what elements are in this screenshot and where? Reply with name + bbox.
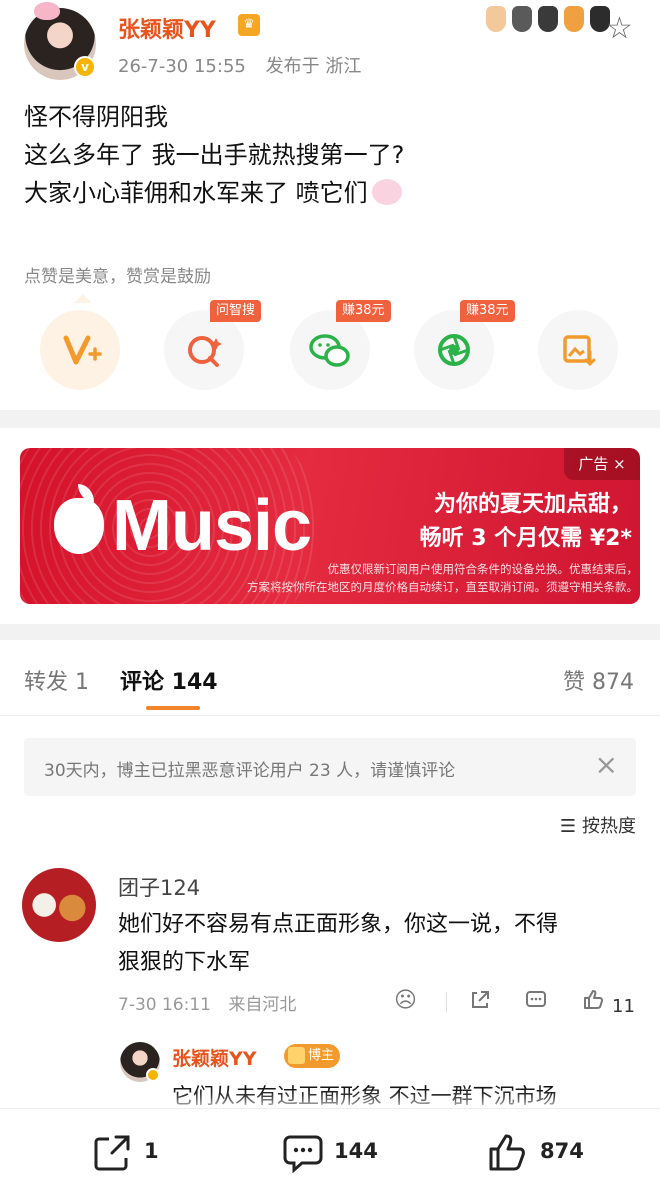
save-image-icon — [538, 310, 618, 390]
tip-button[interactable]: 赚38元 — [290, 300, 391, 390]
thumbs-up-icon — [584, 990, 603, 1009]
divider — [446, 992, 447, 1012]
tip-badge: 赚38元 — [460, 300, 515, 322]
reply-user-name[interactable]: 张颖颖YY — [172, 1044, 257, 1071]
active-tab-indicator — [146, 706, 200, 710]
thumbs-up-icon — [489, 1134, 525, 1171]
sort-label: 按热度 — [582, 816, 636, 837]
ad-headline: 为你的夏天加点甜， 畅听 3 个月仅需 ¥2* — [392, 488, 632, 556]
post-line: 怪不得阴阳我 — [24, 103, 168, 131]
paw-icon — [538, 6, 558, 32]
apple-logo-icon — [54, 498, 104, 554]
tip-badge: 问智搜 — [210, 300, 262, 322]
tip-button[interactable]: 赚38元 — [414, 300, 515, 390]
ad-fine-line: 方案将按你所在地区的月度价格自动续订，直至取消订阅。须遵守相关条款。 — [247, 580, 638, 594]
dislike-face-icon[interactable]: ☹ — [394, 988, 417, 1013]
comment-icon — [283, 1135, 323, 1173]
verified-badge-icon: v — [74, 56, 96, 78]
reply-text: 它们从未有过正面形象 不过一群下沉市场 — [172, 1084, 557, 1108]
ad-brand: Music — [112, 486, 312, 566]
tip-button[interactable] — [40, 310, 120, 390]
comment-like-button[interactable]: 11 — [582, 988, 635, 1018]
crown-icon: ♛ — [238, 14, 260, 36]
comment-line: 狠狠的下水军 — [118, 950, 251, 975]
commenter-name[interactable]: 团子124 — [118, 872, 200, 902]
notice-text: 30天内，博主已拉黑恶意评论用户 23 人，请谨慎评论 — [44, 761, 456, 781]
tab-comments[interactable]: 评论 144 — [120, 664, 218, 696]
share-icon[interactable] — [468, 988, 492, 1018]
tip-label: 点赞是美意，赞赏是鼓励 — [24, 267, 211, 287]
tab-repost[interactable]: 转发 1 — [24, 664, 89, 696]
author-name[interactable]: 张颖颖YY — [118, 12, 216, 44]
post-meta: 26-7-30 15:55 发布于 浙江 — [118, 52, 375, 78]
comment-actions: ☹ 11 — [390, 988, 640, 1018]
author-badge-label: 博主 — [308, 1048, 335, 1063]
post-content: 怪不得阴阳我 这么多年了 我一出手就热搜第一了? 大家小心菲佣和水军来了 喷它们 — [24, 98, 644, 212]
post-header: v 张颖颖YY ♛ 26-7-30 15:55 发布于 浙江 ☆ — [0, 0, 660, 90]
section-separator — [0, 410, 660, 428]
post-date: 26-7-30 15:55 — [118, 56, 246, 77]
share-tip-row: 问智搜 赚38元 赚38元 — [40, 300, 620, 392]
post-location: 发布于 浙江 — [265, 56, 362, 77]
sort-button[interactable]: ☰ 按热度 — [560, 812, 636, 838]
paw-icon — [486, 6, 506, 32]
section-separator — [0, 624, 660, 640]
close-icon[interactable]: × — [595, 750, 618, 780]
crown-icon — [288, 1047, 305, 1064]
tip-arrow — [74, 294, 92, 303]
ad-fine-line: 优惠仅限新订阅用户使用符合条件的设备兑换。优惠结束后， — [327, 562, 639, 576]
bunny-emoji-icon — [371, 179, 402, 205]
verified-badge-icon — [146, 1068, 160, 1082]
repost-icon — [94, 1135, 130, 1171]
comment-text: 她们好不容易有点正面形象，你这一说，不得 狠狠的下水军 — [118, 906, 638, 982]
block-notice: 30天内，博主已拉黑恶意评论用户 23 人，请谨慎评论 × — [24, 738, 636, 796]
comment-like-count: 11 — [612, 996, 635, 1017]
comment-meta: 7-30 16:11 来自河北 — [118, 990, 308, 1015]
moments-icon — [414, 310, 494, 390]
commenter-avatar[interactable] — [22, 868, 96, 942]
reply-icon[interactable] — [524, 988, 548, 1018]
bottom-action-bar: 1 144 874 — [0, 1108, 660, 1192]
v-plus-icon — [40, 310, 120, 390]
ad-banner[interactable]: Music 为你的夏天加点甜， 畅听 3 个月仅需 ¥2* 优惠仅限新订阅用户使… — [20, 448, 640, 604]
ad-fine-print: 优惠仅限新订阅用户使用符合条件的设备兑换。优惠结束后， 方案将按你所在地区的月度… — [170, 560, 638, 596]
tip-button[interactable]: 问智搜 — [164, 300, 262, 390]
decoration-paws — [486, 6, 610, 32]
repost-count: 1 — [144, 1139, 159, 1163]
comment-location: 来自河北 — [228, 995, 297, 1015]
tab-likes[interactable]: 赞 874 — [563, 664, 634, 696]
post-line: 这么多年了 我一出手就热搜第一了? — [24, 141, 405, 169]
paw-icon — [564, 6, 584, 32]
ad-headline-line: 畅听 3 个月仅需 ¥2* — [419, 526, 632, 551]
tip-button[interactable] — [538, 310, 618, 390]
search-sparkle-icon — [164, 310, 244, 390]
post-line: 大家小心菲佣和水军来了 喷它们 — [24, 179, 368, 207]
comment-line: 她们好不容易有点正面形象，你这一说，不得 — [118, 912, 559, 937]
comment-date: 7-30 16:11 — [118, 995, 211, 1015]
paw-icon — [512, 6, 532, 32]
sort-icon: ☰ — [559, 816, 576, 837]
ad-close-tag[interactable]: 广告 × — [564, 448, 640, 480]
tip-badge: 赚38元 — [336, 300, 391, 322]
like-count: 874 — [540, 1139, 584, 1163]
wechat-icon — [290, 310, 370, 390]
author-badge: 博主 — [284, 1044, 341, 1068]
favorite-star-icon[interactable]: ☆ — [606, 14, 633, 44]
ad-headline-line: 为你的夏天加点甜， — [433, 492, 632, 517]
pig-decoration-icon — [34, 2, 60, 20]
interaction-tabs: 转发 1 评论 144 赞 874 — [0, 640, 660, 716]
post-line-wrapper: 大家小心菲佣和水军来了 喷它们 — [24, 174, 644, 212]
comment-count: 144 — [334, 1139, 378, 1163]
